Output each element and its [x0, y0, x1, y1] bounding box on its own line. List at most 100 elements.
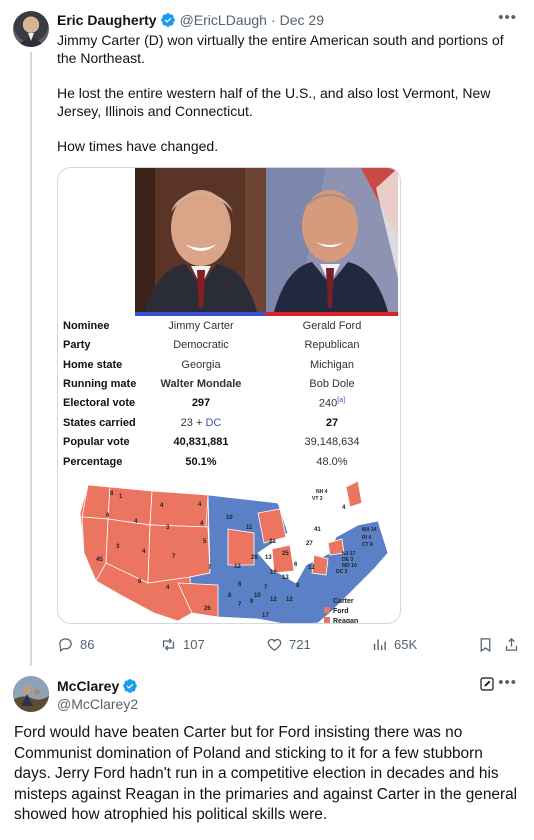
row-label: Percentage [63, 456, 123, 468]
svg-text:10: 10 [270, 570, 277, 576]
svg-text:DC 3: DC 3 [336, 569, 348, 575]
like-button[interactable]: 721 [266, 636, 311, 653]
row-label: Electoral vote [63, 397, 136, 409]
ford-electoral-vote: 240 [318, 397, 338, 410]
svg-text:NH 4: NH 4 [316, 489, 328, 495]
verified-badge-icon [160, 13, 175, 27]
header-separator: · [270, 12, 276, 28]
ford-home-state-link[interactable]: Michigan [266, 359, 398, 371]
ford-running-mate-link[interactable]: Bob Dole [266, 378, 398, 390]
ford-party-link[interactable]: Republican [266, 339, 398, 351]
svg-text:RI 4: RI 4 [362, 535, 371, 541]
svg-text:21: 21 [269, 539, 276, 545]
carter-states-carried-cell: 23 + DC [135, 417, 267, 429]
author-handle[interactable]: @EricLDaugh [180, 12, 267, 28]
svg-text:11: 11 [246, 525, 253, 531]
ford-nominee-link[interactable]: Gerald Ford [266, 320, 398, 332]
tweet-text-line: Jimmy Carter (D) won virtually the entir… [57, 32, 504, 66]
reply-count: 86 [80, 637, 95, 652]
reply-text: Ford would have beaten Carter but for Fo… [14, 724, 518, 823]
svg-text:26: 26 [251, 555, 258, 561]
svg-text:26: 26 [204, 606, 211, 612]
svg-text:10: 10 [226, 515, 233, 521]
more-options-icon[interactable]: ••• [498, 674, 517, 691]
svg-text:CT 8: CT 8 [362, 542, 373, 548]
share-button[interactable] [503, 636, 520, 653]
ford-percentage: 48.0% [316, 456, 348, 468]
reply-author-name[interactable]: McClarey [57, 677, 119, 695]
retweet-count: 107 [183, 637, 205, 652]
author-name[interactable]: Eric Daugherty [57, 12, 157, 28]
infobox-row-electoral-vote: Electoral vote 297 240[a] [58, 397, 400, 416]
svg-text:27: 27 [306, 541, 313, 547]
tweet-header: Eric Daugherty @EricLDaugh · Dec 29 [57, 11, 324, 29]
row-label: Nominee [63, 320, 110, 332]
more-options-icon[interactable]: ••• [498, 9, 517, 26]
infobox-row-popular-vote: Popular vote 40,831,881 39,148,634 [58, 436, 400, 455]
carter-home-state-link[interactable]: Georgia [135, 359, 267, 371]
like-count: 721 [289, 637, 311, 652]
carter-running-mate-link[interactable]: Walter Mondale [135, 378, 267, 390]
infobox-row-nominee: Nominee Jimmy Carter Gerald Ford [58, 320, 400, 339]
carter-portrait [135, 168, 267, 312]
reply-name-row: McClarey [57, 677, 142, 695]
infobox-row-states-carried: States carried 23 + DC 27 [58, 417, 400, 436]
carter-party-link[interactable]: Democratic [135, 339, 267, 351]
svg-text:17: 17 [262, 613, 269, 619]
svg-text:25: 25 [282, 551, 289, 557]
svg-text:13: 13 [265, 555, 272, 561]
verified-badge-icon [123, 679, 138, 693]
svg-text:41: 41 [314, 527, 321, 533]
row-label: Running mate [63, 378, 137, 390]
tweet-media-card[interactable]: Nominee Jimmy Carter Gerald Ford Party D… [57, 167, 401, 624]
svg-text:45: 45 [96, 557, 103, 563]
bookmark-icon [480, 638, 491, 653]
footnote-link[interactable]: [a] [337, 397, 345, 404]
view-count: 65K [394, 637, 418, 652]
dc-link[interactable]: DC [205, 417, 221, 429]
carter-nominee-link[interactable]: Jimmy Carter [135, 320, 267, 332]
edit-icon[interactable] [479, 676, 495, 692]
reply-button[interactable]: 86 [57, 636, 94, 653]
svg-text:Ford: Ford [333, 608, 349, 615]
tweet-date[interactable]: Dec 29 [280, 12, 324, 28]
row-label: Home state [63, 359, 123, 371]
infobox-row-party: Party Democratic Republican [58, 339, 400, 358]
share-icon [505, 637, 518, 651]
ford-electoral-vote-cell: 240[a] [266, 397, 398, 410]
svg-text:Reagan: Reagan [333, 618, 358, 624]
ford-color-bar [266, 312, 398, 316]
infobox-row-home-state: Home state Georgia Michigan [58, 359, 400, 378]
heart-icon [267, 638, 282, 651]
thread-line [30, 52, 32, 666]
infobox-row-running-mate: Running mate Walter Mondale Bob Dole [58, 378, 400, 397]
tweet-text-line: How times have changed. [57, 138, 219, 154]
tweet-primary: Eric Daugherty @EricLDaugh · Dec 29 ••• … [0, 0, 534, 668]
carter-popular-vote: 40,831,881 [173, 436, 229, 448]
avatar-painting-icon [13, 676, 49, 712]
retweet-icon [162, 638, 175, 651]
ford-states-carried: 27 [325, 417, 339, 429]
reply-header: McClarey @McClarey2 [57, 677, 142, 713]
bookmark-button[interactable] [477, 636, 494, 653]
avatar-portrait-icon [17, 18, 45, 47]
carter-percentage: 50.1% [185, 456, 217, 468]
svg-text:12: 12 [234, 564, 241, 570]
tweet-action-bar: 86 107 721 65K [57, 636, 522, 656]
row-label: Popular vote [63, 436, 130, 448]
views-button[interactable]: 65K [371, 636, 417, 653]
tweet-text-line: He lost the entire western half of the U… [57, 85, 491, 119]
ford-popular-vote: 39,148,634 [304, 436, 360, 448]
author-avatar[interactable] [13, 11, 49, 47]
svg-text:6: 6 [294, 562, 298, 568]
reply-author-handle[interactable]: @McClarey2 [57, 695, 142, 713]
electoral-map: 8 14 4 6434 3475 45674 81011 2126 1325 2741… [79, 480, 389, 624]
svg-text:13: 13 [282, 575, 289, 581]
svg-text:4: 4 [342, 505, 346, 511]
reply-author-avatar[interactable] [13, 676, 49, 712]
ford-portrait [266, 168, 398, 312]
map-legend: Carter Ford Reagan [324, 597, 358, 624]
retweet-button[interactable]: 107 [160, 636, 205, 653]
carter-color-bar [135, 312, 267, 316]
svg-text:12: 12 [308, 565, 315, 571]
